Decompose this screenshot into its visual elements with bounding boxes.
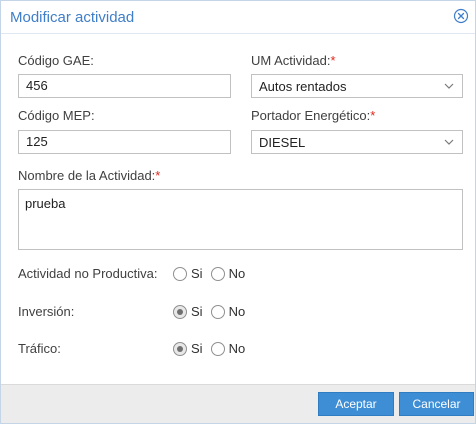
dialog-body: Código GAE: 456 UM Actividad:* Autos ren…	[1, 34, 475, 385]
codigo-mep-input[interactable]: 125	[18, 130, 231, 154]
inversion-radio-group: Si No	[173, 304, 253, 319]
inversion-si-radio[interactable]: Si	[173, 304, 203, 319]
radio-label: Si	[191, 304, 203, 319]
trafico-label: Tráfico:	[18, 341, 61, 356]
trafico-radio-group: Si No	[173, 341, 253, 356]
nombre-label: Nombre de la Actividad:*	[18, 168, 161, 183]
radio-circle	[210, 266, 225, 281]
portador-label: Portador Energético:*	[251, 108, 376, 123]
required-mark: *	[370, 108, 376, 123]
um-actividad-label: UM Actividad:*	[251, 53, 336, 68]
nombre-textarea[interactable]: prueba	[18, 189, 463, 250]
nombre-value: prueba	[25, 196, 66, 211]
codigo-gae-value: 456	[26, 78, 48, 93]
radio-label: No	[228, 266, 246, 281]
cancel-button[interactable]: Cancelar	[399, 392, 474, 416]
required-mark: *	[155, 168, 161, 183]
radio-label: No	[228, 341, 246, 356]
codigo-gae-label: Código GAE:	[18, 53, 94, 68]
um-actividad-value: Autos rentados	[259, 79, 347, 94]
actividad-no-productiva-no-radio[interactable]: No	[210, 266, 246, 281]
radio-circle	[173, 266, 187, 281]
trafico-no-radio[interactable]: No	[210, 341, 246, 356]
radio-label: Si	[191, 341, 203, 356]
close-icon[interactable]	[453, 8, 469, 24]
modificar-actividad-dialog: Modificar actividad Código GAE: 456 UM A…	[0, 0, 476, 424]
actividad-no-productiva-si-radio[interactable]: Si	[173, 266, 203, 281]
inversion-label: Inversión:	[18, 304, 75, 319]
chevron-down-icon	[444, 139, 454, 145]
dialog-titlebar: Modificar actividad	[1, 1, 475, 34]
radio-label: Si	[191, 266, 203, 281]
actividad-no-productiva-label: Actividad no Productiva:	[18, 266, 158, 281]
inversion-no-radio[interactable]: No	[210, 304, 246, 319]
codigo-gae-input[interactable]: 456	[18, 74, 231, 98]
radio-circle	[210, 341, 225, 356]
radio-label: No	[228, 304, 246, 319]
chevron-down-icon	[444, 83, 454, 89]
actividad-no-productiva-radio-group: Si No	[173, 266, 253, 281]
radio-circle	[210, 304, 225, 319]
um-actividad-select[interactable]: Autos rentados	[251, 74, 463, 98]
radio-circle-checked	[173, 341, 187, 356]
portador-value: DIESEL	[259, 135, 306, 150]
dialog-footer: Aceptar Cancelar	[1, 384, 475, 423]
codigo-mep-label: Código MEP:	[18, 108, 95, 123]
required-mark: *	[330, 53, 336, 68]
portador-select[interactable]: DIESEL	[251, 130, 463, 154]
dialog-title: Modificar actividad	[10, 9, 135, 26]
trafico-si-radio[interactable]: Si	[173, 341, 203, 356]
radio-circle-checked	[173, 304, 187, 319]
accept-button[interactable]: Aceptar	[318, 392, 394, 416]
codigo-mep-value: 125	[26, 134, 48, 149]
